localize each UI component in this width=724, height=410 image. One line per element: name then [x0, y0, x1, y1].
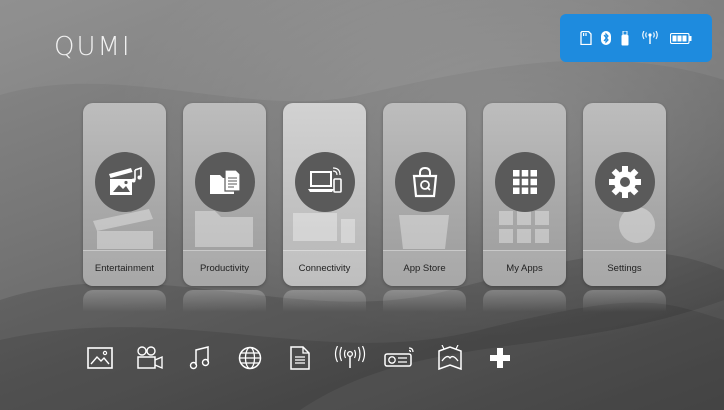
- quick-launch-bar: [82, 338, 532, 378]
- tile-label: App Store: [383, 250, 466, 286]
- usb-drive-icon: [621, 30, 629, 46]
- laptop-cast-icon: [295, 152, 355, 212]
- tile-entertainment[interactable]: Entertainment: [83, 103, 166, 286]
- media-icon: [95, 152, 155, 212]
- tile-app-store[interactable]: App Store: [383, 103, 466, 286]
- folder-docs-icon: [195, 152, 255, 212]
- battery-icon: [670, 32, 692, 44]
- web-browser-icon[interactable]: [232, 340, 268, 376]
- wireless-icon[interactable]: [332, 340, 368, 376]
- tile-reflection: [283, 290, 366, 312]
- status-bar: [560, 14, 712, 62]
- bluetooth-icon: [601, 31, 612, 45]
- document-icon[interactable]: [282, 340, 318, 376]
- tile-reflection: [583, 290, 666, 312]
- tile-label: My Apps: [483, 250, 566, 286]
- shopping-bag-icon: [395, 152, 455, 212]
- photo-icon[interactable]: [82, 340, 118, 376]
- gear-icon: [595, 152, 655, 212]
- tile-connectivity[interactable]: Connectivity: [283, 103, 366, 286]
- tile-reflection: [383, 290, 466, 312]
- sd-card-icon: [580, 31, 592, 45]
- tile-reflection: [83, 290, 166, 312]
- qumi-logo: QUMI: [54, 32, 132, 62]
- home-screen: QUMI Entertainment Productivity Connecti…: [0, 0, 724, 410]
- wifi-icon: [639, 31, 661, 45]
- tile-reflection: [483, 290, 566, 312]
- grid-icon: [495, 152, 555, 212]
- tile-productivity[interactable]: Productivity: [183, 103, 266, 286]
- tile-label: Entertainment: [83, 250, 166, 286]
- tile-settings[interactable]: Settings: [583, 103, 666, 286]
- tile-reflection: [183, 290, 266, 312]
- video-icon[interactable]: [132, 340, 168, 376]
- tile-label: Productivity: [183, 250, 266, 286]
- screen-mirror-icon[interactable]: [432, 340, 468, 376]
- music-icon[interactable]: [182, 340, 218, 376]
- tile-my-apps[interactable]: My Apps: [483, 103, 566, 286]
- projector-cast-icon[interactable]: [382, 340, 418, 376]
- tile-label: Connectivity: [283, 250, 366, 286]
- tile-label: Settings: [583, 250, 666, 286]
- add-icon[interactable]: [482, 340, 518, 376]
